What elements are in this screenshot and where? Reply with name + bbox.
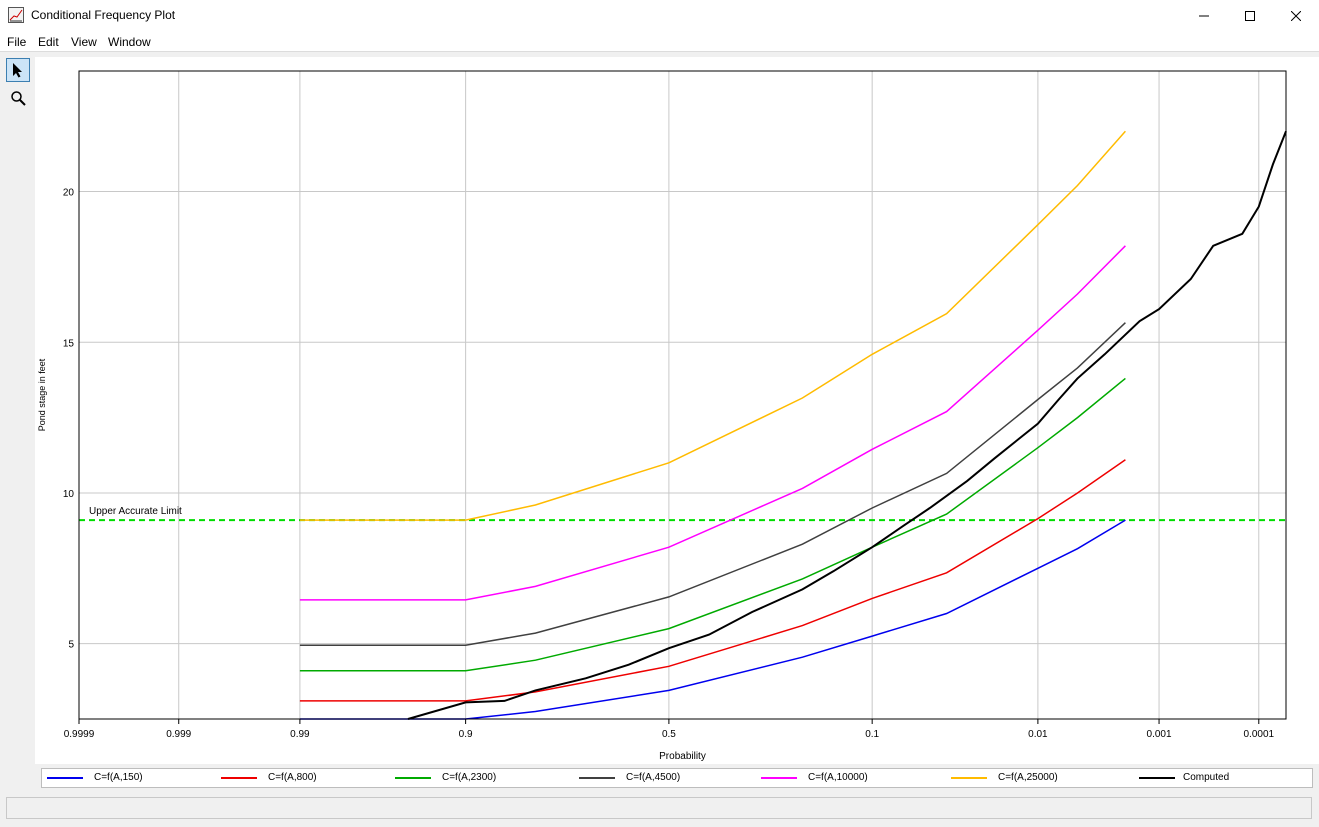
legend-swatch: [1139, 777, 1175, 779]
close-button[interactable]: [1273, 0, 1319, 31]
frequency-chart[interactable]: Upper Accurate Limit 0.9999 0.999 0.99 0.9 0…: [35, 57, 1319, 764]
zoom-icon: [11, 91, 26, 106]
minimize-button[interactable]: [1181, 0, 1227, 31]
x-tick-label: 0.01: [1028, 729, 1048, 740]
y-tick-label: 10: [63, 489, 75, 500]
x-tick-label: 0.1: [865, 729, 879, 740]
legend-label: Computed: [1183, 772, 1230, 783]
upper-accurate-limit-label: Upper Accurate Limit: [89, 506, 182, 517]
menu-bar: File Edit View Window: [0, 31, 1319, 51]
chart-panel: Upper Accurate Limit 0.9999 0.999 0.99 0.9 0…: [35, 57, 1319, 764]
x-tick-label: 0.99: [290, 729, 310, 740]
x-tick-label: 0.5: [662, 729, 676, 740]
chart-app-icon: [8, 7, 24, 23]
window-title: Conditional Frequency Plot: [31, 8, 176, 22]
pointer-tool-button[interactable]: [6, 58, 30, 82]
legend-label: C=f(A,25000): [998, 772, 1058, 783]
menu-edit[interactable]: Edit: [38, 35, 59, 49]
legend-swatch: [47, 777, 83, 779]
maximize-icon: [1245, 10, 1255, 21]
legend-swatch: [951, 777, 987, 779]
title-bar: Conditional Frequency Plot: [0, 0, 1319, 31]
legend-swatch: [221, 777, 257, 779]
y-tick-label: 15: [63, 338, 75, 349]
y-tick-label: 5: [68, 640, 74, 651]
x-tick-label: 0.9: [459, 729, 473, 740]
minimize-icon: [1199, 15, 1209, 16]
x-tick-label: 0.9999: [64, 729, 95, 740]
series-line-c-f-a-150-: [299, 519, 1126, 720]
legend-swatch: [579, 777, 615, 779]
x-tick-label: 0.001: [1147, 729, 1172, 740]
series-line-computed: [407, 130, 1287, 720]
status-bar: [6, 797, 1312, 819]
menu-view[interactable]: View: [71, 35, 97, 49]
legend-swatch: [761, 777, 797, 779]
legend-label: C=f(A,4500): [626, 772, 681, 783]
x-tick-label: 0.0001: [1243, 729, 1274, 740]
legend-label: C=f(A,2300): [442, 772, 497, 783]
menu-window[interactable]: Window: [108, 35, 151, 49]
legend-label: C=f(A,150): [94, 772, 143, 783]
reference-line-layer: Upper Accurate Limit: [79, 506, 1286, 522]
x-axis-label: Probability: [659, 751, 706, 762]
x-tick-label: 0.999: [166, 729, 191, 740]
pointer-icon: [13, 63, 22, 78]
legend-swatch: [395, 777, 431, 779]
close-icon: [1291, 10, 1301, 21]
zoom-tool-button[interactable]: [6, 86, 30, 110]
maximize-button[interactable]: [1227, 0, 1273, 31]
series-line-c-f-a-2300-: [299, 377, 1126, 672]
series-line-c-f-a-4500-: [299, 322, 1126, 646]
legend-label: C=f(A,800): [268, 772, 317, 783]
legend-label: C=f(A,10000): [808, 772, 868, 783]
series-layer: [299, 130, 1287, 720]
series-line-c-f-a-25000-: [299, 130, 1126, 521]
y-axis-label: Pond stage in feet: [37, 358, 47, 431]
menu-file[interactable]: File: [7, 35, 26, 49]
chart-legend: C=f(A,150) C=f(A,800) C=f(A,2300) C=f(A,450…: [41, 768, 1313, 788]
series-line-c-f-a-10000-: [299, 245, 1126, 601]
y-tick-label: 20: [63, 188, 75, 199]
